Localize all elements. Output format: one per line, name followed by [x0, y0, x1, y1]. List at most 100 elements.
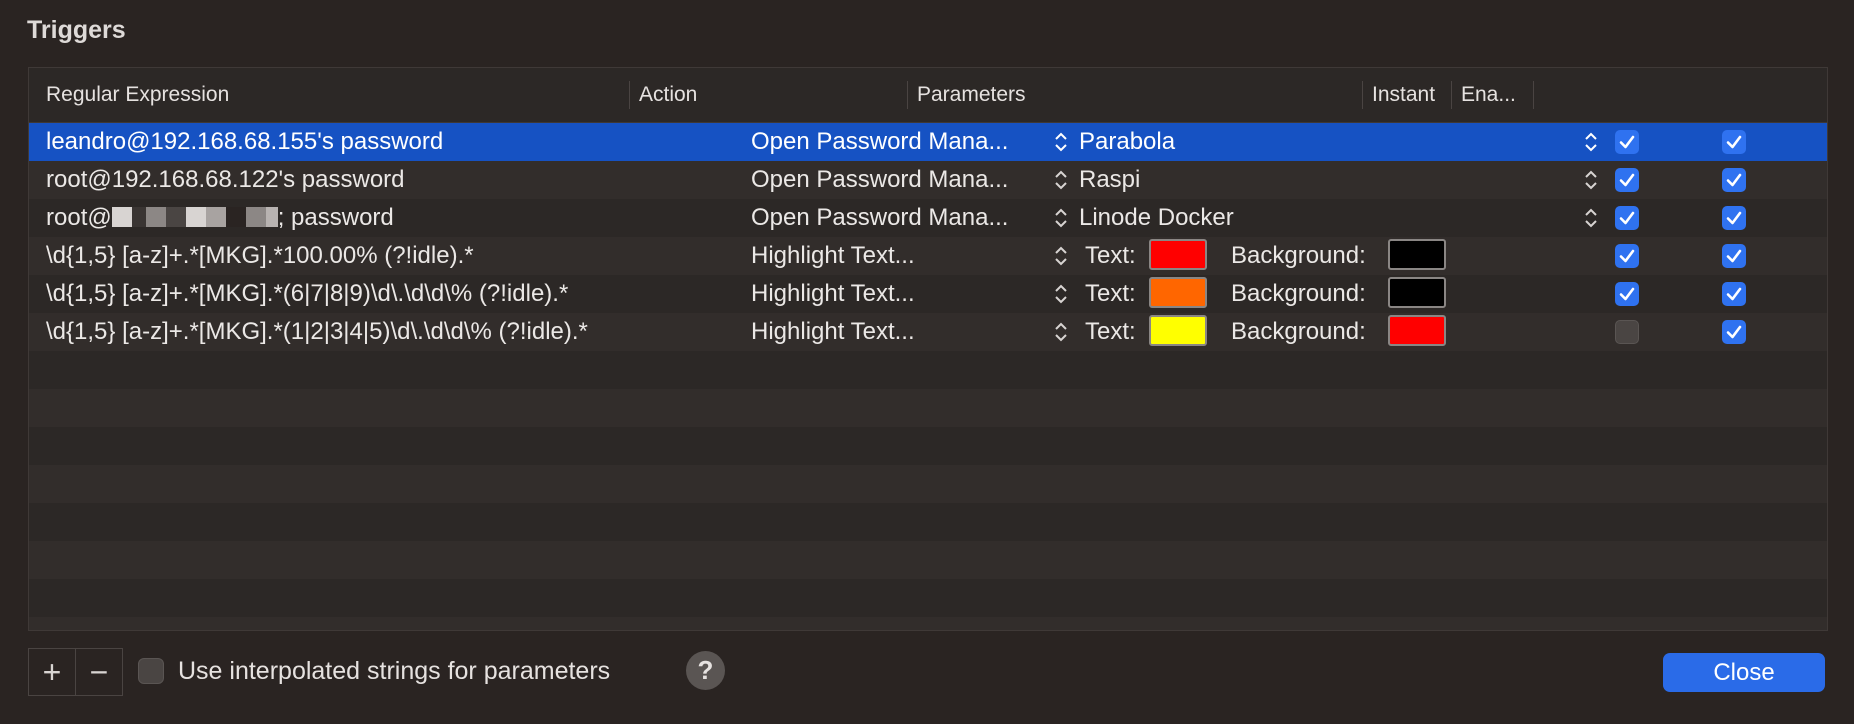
regex-cell[interactable]: \d{1,5} [a-z]+.*[MKG].*100.00% (?!idle).… — [46, 242, 474, 270]
enabled-checkbox[interactable] — [1722, 130, 1746, 154]
checkmark-icon — [1726, 325, 1742, 339]
chevron-updown-icon[interactable] — [1584, 168, 1598, 192]
action-popup[interactable]: Highlight Text... — [751, 280, 915, 308]
chevron-updown-icon[interactable] — [1054, 244, 1068, 268]
instant-checkbox[interactable] — [1615, 282, 1639, 306]
text-color-label: Text: — [1085, 318, 1136, 345]
checkmark-icon — [1726, 249, 1742, 263]
enabled-checkbox[interactable] — [1722, 206, 1746, 230]
interpolated-strings-checkbox[interactable] — [138, 658, 164, 684]
table-row[interactable]: root@192.168.68.122's password Open Pass… — [29, 161, 1827, 199]
text-color-label: Text: — [1085, 242, 1136, 269]
empty-row — [29, 617, 1827, 630]
checkmark-icon — [1726, 135, 1742, 149]
column-header-enabled[interactable]: Ena... — [1461, 83, 1516, 107]
empty-row — [29, 503, 1827, 541]
add-remove-segmented-control: + − — [28, 648, 123, 696]
interpolated-strings-label[interactable]: Use interpolated strings for parameters — [178, 657, 610, 686]
regex-cell[interactable]: leandro@192.168.68.155's password — [46, 128, 443, 156]
empty-row — [29, 465, 1827, 503]
redacted-block — [265, 206, 278, 227]
parameter-popup[interactable]: Parabola — [1079, 128, 1175, 156]
empty-row — [29, 351, 1827, 389]
instant-checkbox[interactable] — [1615, 206, 1639, 230]
action-popup[interactable]: Open Password Mana... — [751, 166, 1008, 194]
table-row[interactable]: \d{1,5} [a-z]+.*[MKG].*(6|7|8|9)\d\.\d\d… — [29, 275, 1827, 313]
column-separator[interactable] — [1451, 81, 1452, 109]
action-popup[interactable]: Open Password Mana... — [751, 128, 1008, 156]
redacted-block — [131, 206, 146, 227]
background-color-well[interactable] — [1388, 315, 1446, 346]
enabled-checkbox[interactable] — [1722, 168, 1746, 192]
empty-row — [29, 389, 1827, 427]
chevron-updown-icon[interactable] — [1054, 206, 1068, 230]
column-separator[interactable] — [1533, 81, 1534, 109]
regex-suffix: ; password — [277, 204, 394, 231]
redacted-block — [225, 206, 246, 227]
regex-cell[interactable]: \d{1,5} [a-z]+.*[MKG].*(6|7|8|9)\d\.\d\d… — [46, 280, 568, 308]
regex-cell[interactable]: root@ ; password — [46, 204, 394, 232]
text-color-well[interactable] — [1149, 239, 1207, 270]
close-button[interactable]: Close — [1663, 653, 1825, 692]
redacted-block — [111, 206, 132, 227]
action-popup[interactable]: Highlight Text... — [751, 318, 915, 346]
chevron-updown-icon[interactable] — [1584, 130, 1598, 154]
checkmark-icon — [1619, 287, 1635, 301]
chevron-updown-icon[interactable] — [1584, 206, 1598, 230]
regex-prefix: root@ — [46, 204, 112, 231]
background-color-well[interactable] — [1388, 239, 1446, 270]
chevron-updown-icon[interactable] — [1054, 130, 1068, 154]
column-header-instant[interactable]: Instant — [1372, 83, 1435, 107]
table-row[interactable]: root@ ; password Open Password Mana... Li… — [29, 199, 1827, 237]
column-header-parameters[interactable]: Parameters — [917, 83, 1026, 107]
empty-row — [29, 427, 1827, 465]
instant-checkbox[interactable] — [1615, 320, 1639, 344]
column-separator[interactable] — [1362, 81, 1363, 109]
table-row[interactable]: \d{1,5} [a-z]+.*[MKG].*(1|2|3|4|5)\d\.\d… — [29, 313, 1827, 351]
table-row[interactable]: \d{1,5} [a-z]+.*[MKG].*100.00% (?!idle).… — [29, 237, 1827, 275]
window-title: Triggers — [27, 16, 126, 44]
background-color-label: Background: — [1231, 280, 1366, 307]
regex-cell[interactable]: root@192.168.68.122's password — [46, 166, 405, 194]
checkmark-icon — [1726, 211, 1742, 225]
text-color-well[interactable] — [1149, 315, 1207, 346]
instant-checkbox[interactable] — [1615, 244, 1639, 268]
enabled-checkbox[interactable] — [1722, 244, 1746, 268]
checkmark-icon — [1619, 211, 1635, 225]
background-color-label: Background: — [1231, 242, 1366, 269]
table-row[interactable]: leandro@192.168.68.155's password Open P… — [29, 123, 1827, 161]
background-color-well[interactable] — [1388, 277, 1446, 308]
chevron-updown-icon[interactable] — [1054, 282, 1068, 306]
remove-trigger-button[interactable]: − — [76, 649, 122, 695]
instant-checkbox[interactable] — [1615, 130, 1639, 154]
checkmark-icon — [1726, 287, 1742, 301]
empty-row — [29, 579, 1827, 617]
text-color-well[interactable] — [1149, 277, 1207, 308]
parameter-popup[interactable]: Linode Docker — [1079, 204, 1234, 232]
triggers-table: Regular Expression Action Parameters Ins… — [28, 67, 1828, 631]
redacted-block — [205, 206, 226, 227]
column-separator[interactable] — [629, 81, 630, 109]
action-popup[interactable]: Highlight Text... — [751, 242, 915, 270]
text-color-label: Text: — [1085, 280, 1136, 307]
redacted-block — [145, 206, 166, 227]
column-header-action[interactable]: Action — [639, 83, 697, 107]
add-trigger-button[interactable]: + — [29, 649, 76, 695]
redacted-block — [185, 206, 206, 227]
chevron-updown-icon[interactable] — [1054, 168, 1068, 192]
regex-cell[interactable]: \d{1,5} [a-z]+.*[MKG].*(1|2|3|4|5)\d\.\d… — [46, 318, 588, 346]
action-popup[interactable]: Open Password Mana... — [751, 204, 1008, 232]
parameter-popup[interactable]: Raspi — [1079, 166, 1140, 194]
chevron-updown-icon[interactable] — [1054, 320, 1068, 344]
help-button[interactable]: ? — [686, 651, 725, 690]
enabled-checkbox[interactable] — [1722, 320, 1746, 344]
table-header: Regular Expression Action Parameters Ins… — [29, 68, 1827, 123]
column-separator[interactable] — [907, 81, 908, 109]
redacted-block — [245, 206, 266, 227]
table-rows: leandro@192.168.68.155's password Open P… — [29, 123, 1827, 630]
background-color-label: Background: — [1231, 318, 1366, 345]
instant-checkbox[interactable] — [1615, 168, 1639, 192]
column-header-regex[interactable]: Regular Expression — [46, 83, 229, 107]
checkmark-icon — [1726, 173, 1742, 187]
enabled-checkbox[interactable] — [1722, 282, 1746, 306]
